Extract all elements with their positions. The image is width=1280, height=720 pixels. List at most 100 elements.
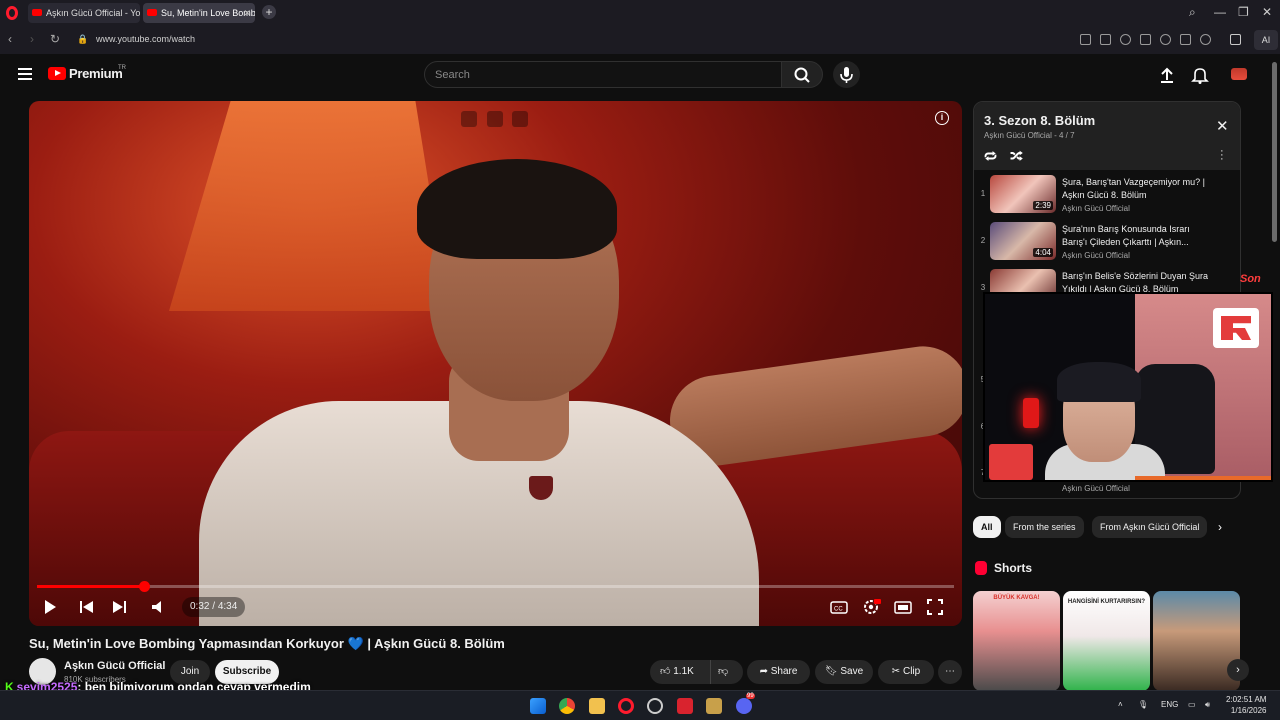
url-text[interactable]: www.youtube.com/watch <box>96 34 195 44</box>
chevron-right-icon[interactable]: › <box>1218 520 1222 534</box>
play-icon[interactable] <box>1140 34 1151 45</box>
short-card[interactable] <box>1153 591 1240 691</box>
miniplayer-icon[interactable] <box>461 111 477 127</box>
hamburger-menu-icon[interactable] <box>18 68 32 80</box>
search-input[interactable] <box>425 62 781 87</box>
minimize-icon[interactable]: — <box>1214 5 1226 19</box>
search-tabs-icon[interactable]: ⌕ <box>1189 5 1196 20</box>
share-label: Share <box>770 666 798 677</box>
back-icon[interactable]: ‹ <box>8 32 12 46</box>
channel-name[interactable]: Aşkın Gücü Official <box>64 660 165 672</box>
youtube-logo-icon[interactable] <box>48 67 66 80</box>
windows-taskbar: 99 ˄ 🎙︎ ENG ▭ 🔊︎ 2:02:51 AM 1/16/2026 <box>0 690 1280 720</box>
video-frame-shirt-badge <box>529 476 553 500</box>
bookmark-icon: 🔖︎ <box>824 666 841 677</box>
share-icon: ➦ <box>759 666 771 677</box>
tab-label: Aşkın Gücü Official - YouT <box>46 8 140 18</box>
reload-icon[interactable]: ↻ <box>50 32 60 46</box>
like-button[interactable]: 👍︎ 1.1K <box>660 660 694 684</box>
captions-icon[interactable]: CC <box>829 597 849 617</box>
next-icon[interactable] <box>109 597 129 617</box>
playlist-title[interactable]: 3. Sezon 8. Bölüm <box>984 113 1095 128</box>
youtube-premium-logo[interactable]: Premium <box>69 66 123 81</box>
clip-button[interactable]: ✂ Clip <box>878 660 934 684</box>
chrome-icon[interactable] <box>559 698 575 714</box>
settings-gear-icon[interactable] <box>861 597 881 617</box>
language-indicator[interactable]: ENG <box>1161 700 1178 709</box>
more-actions-button[interactable]: ⋯ <box>938 660 962 684</box>
video-player[interactable]: i 0:32 / 4:34 CC <box>29 101 962 626</box>
video-title: Su, Metin'in Love Bombing Yapmasından Ko… <box>29 636 505 652</box>
discord-icon[interactable]: 99 <box>736 693 755 714</box>
tab-askin-gucu-channel[interactable]: Aşkın Gücü Official - YouT <box>28 3 140 23</box>
play-button[interactable] <box>41 597 61 617</box>
fullscreen-icon[interactable] <box>925 597 945 617</box>
maximize-icon[interactable]: ❐ <box>1238 5 1249 19</box>
playlist-header: 3. Sezon 8. Bölüm Aşkın Gücü Official - … <box>974 102 1240 170</box>
dislike-button[interactable]: 👎︎ <box>718 660 728 684</box>
page-scrollbar[interactable] <box>1272 62 1277 242</box>
tray-chevron-icon[interactable]: ˄ <box>1118 700 1123 709</box>
windows-start-icon[interactable] <box>530 698 546 714</box>
chip-from-channel[interactable]: From Aşkın Gücü Official <box>1092 516 1207 538</box>
theater-mode-icon[interactable] <box>893 597 913 617</box>
voice-search-button[interactable] <box>833 61 860 88</box>
ai-button[interactable]: AI <box>1254 30 1278 50</box>
camera-icon[interactable] <box>1100 34 1111 45</box>
close-icon[interactable]: ✕ <box>1216 117 1229 135</box>
loop-icon[interactable]: 🔁︎ <box>984 147 997 166</box>
clip-label: Clip <box>902 666 921 677</box>
account-avatar[interactable] <box>1231 68 1247 80</box>
red-app-icon[interactable] <box>677 698 693 714</box>
notifications-bell-icon[interactable] <box>1191 66 1209 84</box>
profile-icon[interactable] <box>1200 34 1211 45</box>
obs-icon[interactable] <box>647 698 663 714</box>
tab-label: Su, Metin'in Love Bombin <box>161 8 255 18</box>
menu-icon[interactable] <box>1180 34 1191 45</box>
scissors-icon: ✂ <box>891 666 903 677</box>
file-explorer-icon[interactable] <box>589 698 605 714</box>
ask-sparkle-icon[interactable] <box>487 111 503 127</box>
volume-tray-icon[interactable]: 🔊︎ <box>1205 700 1210 710</box>
volume-icon[interactable] <box>149 597 169 617</box>
tab-current-video[interactable]: Su, Metin'in Love Bombin ✕ <box>143 3 255 23</box>
close-tab-icon[interactable]: ✕ <box>243 3 251 23</box>
search-icon <box>794 67 810 83</box>
duration-badge: 4:04 <box>1033 248 1053 257</box>
search-button[interactable] <box>781 61 823 88</box>
opera-logo-icon[interactable] <box>6 6 18 20</box>
shorts-next-button[interactable]: › <box>1227 659 1249 681</box>
network-icon[interactable]: ▭ <box>1188 700 1196 709</box>
playlist-more-icon[interactable]: · · · <box>1220 146 1224 165</box>
time-display: 0:32 / 4:34 <box>182 597 246 617</box>
edit-icon[interactable] <box>1080 34 1091 45</box>
yellow-app-icon[interactable] <box>706 698 722 714</box>
short-card[interactable]: HANGİSİNİ KURTARIRSIN? <box>1063 591 1150 691</box>
info-icon[interactable]: i <box>935 111 949 125</box>
short-caption: BÜYÜK KAVGA! <box>993 595 1040 601</box>
forward-icon[interactable]: › <box>30 32 34 46</box>
playlist-item-thumbnail: 4:04 <box>990 222 1056 260</box>
shield-icon[interactable] <box>1120 34 1131 45</box>
share-button[interactable]: ➦ Share <box>747 660 810 684</box>
chip-from-series[interactable]: From the series <box>1005 516 1084 538</box>
heart-icon[interactable] <box>1160 34 1171 45</box>
chip-all[interactable]: All <box>973 516 1001 538</box>
webcam-red-light <box>1023 398 1039 428</box>
system-clock[interactable]: 2:02:51 AM 1/16/2026 <box>1226 694 1266 716</box>
opera-icon[interactable] <box>618 698 634 714</box>
short-card[interactable]: BÜYÜK KAVGA! <box>973 591 1060 691</box>
previous-icon[interactable] <box>77 597 97 617</box>
new-tab-button[interactable]: + <box>262 5 276 19</box>
tray-mic-icon[interactable]: 🎙︎ <box>1138 700 1148 709</box>
shuffle-icon[interactable]: 🔀︎ <box>1010 147 1023 166</box>
extension-icon[interactable] <box>1230 34 1241 45</box>
like-divider <box>710 660 711 684</box>
playlist-item[interactable]: 1 2:39 Şura, Barış'tan Vazgeçemiyor mu? … <box>974 173 1240 219</box>
save-button[interactable]: 🔖︎ Save <box>815 660 873 684</box>
close-window-icon[interactable]: ✕ <box>1262 5 1272 19</box>
upload-icon[interactable] <box>1158 66 1176 84</box>
progress-bar[interactable] <box>37 581 954 592</box>
skip-next-top-icon[interactable] <box>512 111 528 127</box>
playlist-item[interactable]: 2 4:04 Şura'nın Barış Konusunda Israrı B… <box>974 220 1240 266</box>
